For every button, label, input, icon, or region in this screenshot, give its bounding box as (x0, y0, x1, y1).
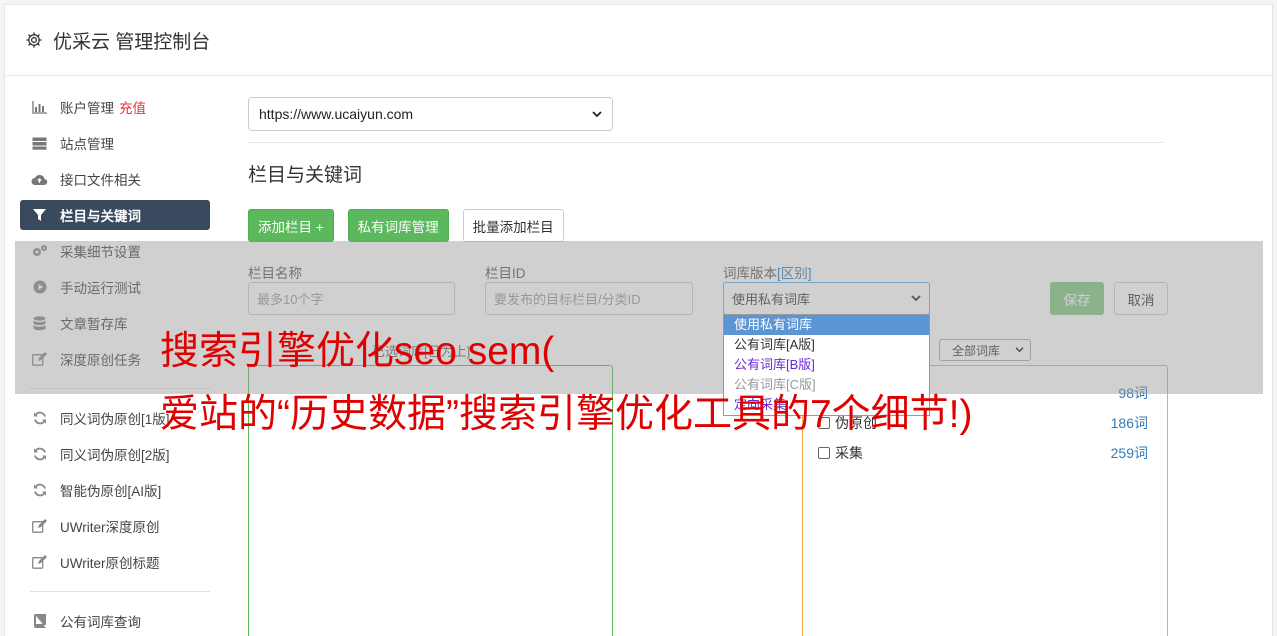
cloud-upload-icon (31, 171, 48, 188)
book-icon (31, 613, 48, 630)
refresh-icon (31, 446, 48, 463)
sidebar-item-label: 公有词库查询 (60, 615, 141, 630)
sidebar-item-label: UWriter深度原创 (60, 520, 160, 535)
sidebar-item-public-lib[interactable]: 公有词库查询 (20, 606, 210, 636)
add-column-button[interactable]: 添加栏目 + (248, 209, 334, 242)
filter-icon (31, 207, 48, 224)
edit-icon (31, 554, 48, 571)
sidebar-item-synonym-v2[interactable]: 同义词伪原创[2版] (20, 439, 210, 469)
word-count: 259词 (1110, 445, 1148, 461)
sidebar-item-label: 站点管理 (60, 137, 114, 152)
sidebar-item-label: 同义词伪原创[1版] (60, 412, 170, 427)
main-content: https://www.ucaiyun.com 栏目与关键词 添加栏目 + 私有… (244, 97, 1164, 242)
sidebar-item-label: 栏目与关键词 (60, 209, 141, 224)
checkbox[interactable] (818, 447, 830, 459)
dropdown-option[interactable]: 公有词库[B版] (724, 355, 929, 375)
gear-icon (26, 32, 42, 48)
sidebar-item-label: 接口文件相关 (60, 173, 141, 188)
recharge-link[interactable]: 充值 (119, 97, 146, 117)
watermark-line-1: 搜索引擎优化seo sem( (160, 330, 555, 373)
word-lib-name: 采集 (835, 445, 863, 461)
sidebar-item-uwriter-deep[interactable]: UWriter深度原创 (20, 511, 210, 541)
sidebar-item-columns[interactable]: 栏目与关键词 (20, 200, 210, 230)
sidebar-item-label: 智能伪原创[AI版] (60, 484, 162, 499)
sidebar-item-sites[interactable]: 站点管理 (20, 128, 210, 158)
watermark-line-2: 爱站的“历史数据”搜索引擎优化工具的7个细节!) (160, 393, 973, 436)
sidebar-item-interface[interactable]: 接口文件相关 (20, 164, 210, 194)
sidebar-item-account[interactable]: 账户管理 充值 (20, 92, 210, 122)
edit-icon (31, 518, 48, 535)
dropdown-option[interactable]: 公有词库[A版] (724, 335, 929, 355)
sidebar-item-ai-rewrite[interactable]: 智能伪原创[AI版] (20, 475, 210, 505)
sidebar-item-label: 同义词伪原创[2版] (60, 448, 170, 463)
dropdown-option[interactable]: 使用私有词库 (724, 315, 929, 335)
private-lib-button[interactable]: 私有词库管理 (347, 209, 449, 242)
bar-chart-icon (31, 99, 48, 116)
site-select[interactable]: https://www.ucaiyun.com (248, 97, 613, 131)
sidebar-divider (30, 591, 210, 592)
site-select-value: https://www.ucaiyun.com (259, 106, 414, 122)
list-item[interactable]: 采集 259词 (818, 443, 1148, 463)
sidebar-item-label: 账户管理 (60, 101, 114, 116)
word-count: 186词 (1110, 415, 1148, 431)
refresh-icon (31, 482, 48, 499)
chevron-down-icon (592, 110, 602, 117)
refresh-icon (31, 410, 48, 427)
batch-add-button[interactable]: 批量添加栏目 (462, 209, 564, 242)
page-title: 优采云 管理控制台 (53, 31, 211, 53)
header: 优采云 管理控制台 (5, 5, 1272, 76)
section-title: 栏目与关键词 (248, 165, 363, 186)
divider (248, 142, 1164, 143)
server-icon (31, 135, 48, 152)
sidebar-item-label: UWriter原创标题 (60, 556, 160, 571)
sidebar-item-uwriter-title[interactable]: UWriter原创标题 (20, 547, 210, 577)
